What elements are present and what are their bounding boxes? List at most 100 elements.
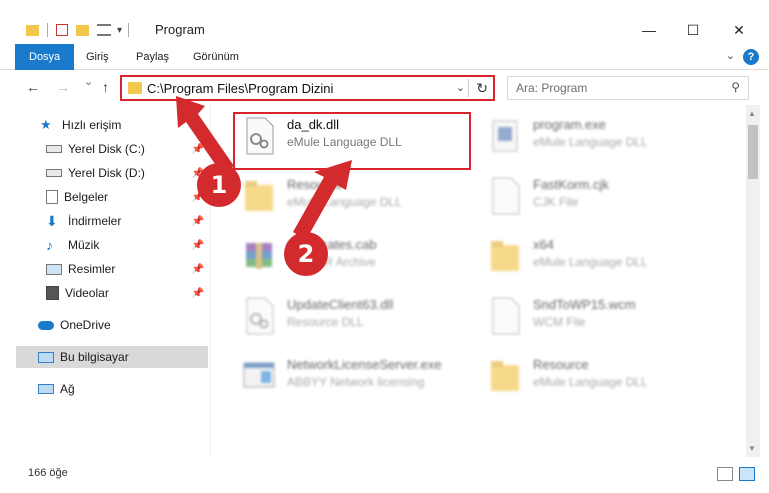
sidebar-item-quick-access[interactable]: ★ Hızlı erişim [0, 114, 210, 136]
file-name: Resource [533, 357, 589, 372]
help-button[interactable]: ? [743, 49, 759, 65]
scroll-up-icon[interactable]: ▲ [748, 109, 756, 118]
folder-icon[interactable] [26, 24, 39, 36]
pin-icon[interactable]: 📌 [192, 264, 204, 275]
list-item[interactable]: Certificates.cab WinRAR Archive [235, 231, 485, 281]
sidebar-item-network[interactable]: Ağ [0, 378, 210, 400]
sidebar-item-videos[interactable]: Videolar 📌 [0, 282, 210, 304]
sidebar-item-label: Yerel Disk (C:) [68, 142, 145, 156]
list-item[interactable]: Resource eMule Language DLL [235, 171, 485, 221]
close-button[interactable]: ✕ [716, 16, 762, 44]
file-name: SndToWP15.wcm [533, 297, 636, 312]
pictures-icon [46, 263, 62, 275]
scrollbar-thumb[interactable] [748, 125, 758, 179]
pin-icon[interactable]: 📌 [192, 240, 204, 251]
address-bar[interactable]: C:\Program Files\Program Dizini ⌄ ↻ [120, 75, 495, 101]
folder-icon [489, 237, 521, 275]
list-item[interactable]: x64 eMule Language DLL [481, 231, 731, 281]
file-type: eMule Language DLL [533, 255, 648, 269]
exe-icon [243, 357, 275, 395]
folder-icon [243, 177, 275, 215]
tab-file[interactable]: Dosya [15, 44, 75, 70]
maximize-button[interactable]: ☐ [670, 16, 716, 44]
divider [47, 23, 48, 37]
folder-icon [489, 357, 521, 395]
exe-icon [489, 117, 521, 155]
file-name: FastKorm.cjk [533, 177, 609, 192]
ribbon: Dosya Giriş Paylaş Görünüm ⌄ ? [0, 44, 769, 70]
sidebar-item-label: Yerel Disk (D:) [68, 166, 145, 180]
sidebar-item-label: Bu bilgisayar [60, 350, 129, 364]
cloud-icon [38, 320, 54, 330]
file-type: eMule Language DLL [533, 135, 648, 149]
list-item[interactable]: NetworkLicenseServer.exe ABBYY Network l… [235, 351, 485, 401]
step-marker-2: 2 [284, 232, 328, 276]
file-name: program.exe [533, 117, 606, 132]
search-icon[interactable]: ⚲ [731, 80, 740, 94]
search-input[interactable]: Ara: Program [516, 81, 587, 95]
folder-icon [128, 82, 142, 94]
drive-icon [46, 145, 62, 153]
ribbon-expand-icon[interactable]: ⌄ [726, 49, 735, 62]
title-bar: ▾ Program — ☐ ✕ [0, 0, 769, 44]
music-icon: ♪ [46, 237, 53, 253]
pin-icon[interactable]: 📌 [192, 288, 204, 299]
new-folder-icon[interactable] [76, 24, 89, 36]
sidebar-item-label: Ağ [60, 382, 75, 396]
refresh-icon[interactable]: ↻ [476, 80, 488, 97]
chevron-down-icon[interactable]: ▾ [117, 25, 122, 36]
file-name: x64 [533, 237, 554, 252]
file-name: UpdateClient63.dll [287, 297, 394, 312]
quick-access-toolbar: ▾ [26, 20, 130, 40]
pin-icon[interactable]: 📌 [192, 144, 204, 155]
sidebar-item-label: İndirmeler [68, 214, 122, 228]
sidebar-item-pictures[interactable]: Resimler 📌 [0, 258, 210, 280]
file-type: Resource DLL [287, 315, 364, 329]
forward-button[interactable]: → [56, 79, 70, 95]
list-item[interactable]: UpdateClient63.dll Resource DLL [235, 291, 485, 341]
file-type: WCM File [533, 315, 586, 329]
sidebar-item-local-disk-d[interactable]: Yerel Disk (D:) 📌 [0, 162, 210, 184]
documents-icon [46, 190, 58, 204]
scroll-down-icon[interactable]: ▼ [748, 444, 756, 453]
network-icon [38, 384, 54, 394]
list-item[interactable]: program.exe eMule Language DLL [481, 111, 731, 161]
customize-icon[interactable] [97, 24, 111, 36]
videos-icon [46, 286, 59, 300]
drive-icon [46, 169, 62, 177]
blank-file-icon [489, 297, 521, 335]
sidebar-item-music[interactable]: ♪ Müzik 📌 [0, 234, 210, 256]
sidebar-item-this-pc[interactable]: Bu bilgisayar [16, 346, 208, 368]
file-type: eMule Language DLL [287, 195, 402, 209]
file-name: Resource [287, 177, 343, 192]
list-item[interactable]: SndToWP15.wcm WCM File [481, 291, 731, 341]
status-bar: 166 öğe [0, 457, 769, 493]
back-button[interactable]: ← [26, 79, 40, 95]
sidebar-item-documents[interactable]: Belgeler 📌 [0, 186, 210, 208]
sidebar-item-downloads[interactable]: ⬇ İndirmeler 📌 [0, 210, 210, 232]
details-view-icon[interactable] [717, 467, 733, 481]
sidebar-item-local-disk-c[interactable]: Yerel Disk (C:) 📌 [0, 138, 210, 160]
up-button[interactable]: ↑ [102, 79, 109, 95]
file-type: ABBYY Network licensing [287, 375, 425, 389]
tab-share[interactable]: Paylaş [136, 44, 169, 70]
dll-gear-icon [243, 297, 275, 335]
tab-view[interactable]: Görünüm [193, 44, 239, 70]
tiles-view-icon[interactable] [739, 467, 755, 481]
vertical-scrollbar[interactable]: ▲ ▼ [746, 105, 760, 457]
annotation-highlight-box [233, 112, 471, 170]
tab-home[interactable]: Giriş [86, 44, 109, 70]
minimize-button[interactable]: — [626, 16, 672, 44]
search-box[interactable]: Ara: Program ⚲ [507, 76, 749, 100]
sidebar-item-label: Hızlı erişim [62, 118, 122, 132]
sidebar-item-label: Videolar [65, 286, 109, 300]
list-item[interactable]: FastKorm.cjk CJK File [481, 171, 731, 221]
chevron-down-icon[interactable]: ⌄ [456, 81, 465, 94]
properties-icon[interactable] [56, 24, 68, 36]
pin-icon[interactable]: 📌 [192, 216, 204, 227]
sidebar-item-onedrive[interactable]: OneDrive [0, 314, 210, 336]
list-item[interactable]: Resource eMule Language DLL [481, 351, 731, 401]
recent-locations-button[interactable]: ⌄ [84, 75, 93, 88]
file-type: eMule Language DLL [533, 375, 648, 389]
address-path[interactable]: C:\Program Files\Program Dizini [147, 81, 333, 96]
